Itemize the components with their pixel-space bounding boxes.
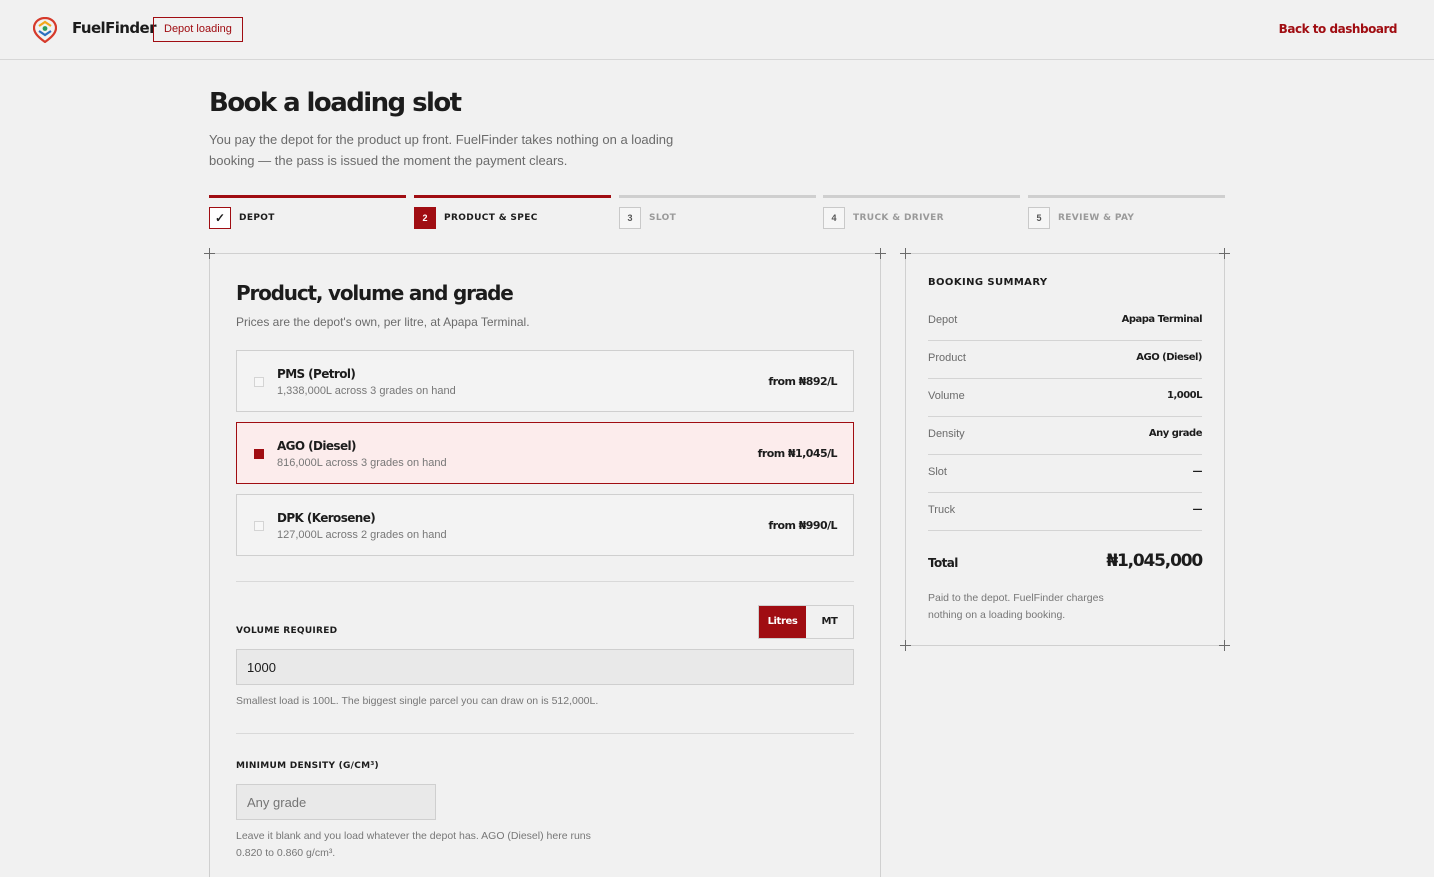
product-option-ago[interactable]: AGO (Diesel) 816,000L across 3 grades on…	[236, 422, 854, 484]
corner-mark	[204, 248, 215, 259]
corner-mark	[900, 640, 911, 651]
product-option-dpk[interactable]: DPK (Kerosene) 127,000L across 2 grades …	[236, 494, 854, 556]
back-to-dashboard-link[interactable]: Back to dashboard	[1279, 22, 1398, 36]
divider	[236, 581, 854, 582]
summary-key: Density	[928, 428, 965, 440]
corner-mark	[1219, 248, 1230, 259]
summary-row-truck: Truck —	[928, 493, 1202, 531]
summary-key: Product	[928, 352, 966, 364]
step-truck-driver[interactable]: 4 Truck & driver	[823, 195, 1020, 229]
total-label: Total	[928, 556, 958, 570]
brand-name[interactable]: FuelFinder	[72, 19, 156, 37]
density-hint-line-1: Leave it blank and you load whatever the…	[236, 830, 591, 842]
summary-row-depot: Depot Apapa Terminal	[928, 303, 1203, 341]
product-stock: 127,000L across 2 grades on hand	[277, 529, 447, 541]
product-price: from ₦892/L	[768, 375, 837, 388]
total-value: ₦1,045,000	[1106, 551, 1203, 571]
summary-key: Depot	[928, 314, 958, 326]
step-label: Slot	[649, 213, 677, 223]
top-bar: FuelFinder Depot loading Back to dashboa…	[0, 0, 1434, 60]
product-name: PMS (Petrol)	[277, 367, 356, 381]
summary-key: Slot	[928, 466, 947, 478]
step-number: 5	[1028, 207, 1050, 229]
summary-row-density: Density Any grade	[928, 417, 1203, 455]
step-number: 3	[619, 207, 641, 229]
radio-icon[interactable]	[254, 377, 264, 387]
radio-selected-icon[interactable]	[254, 449, 264, 459]
section-title: Product, volume and grade	[236, 281, 514, 305]
summary-value: Apapa Terminal	[1121, 314, 1203, 325]
summary-key: Volume	[928, 390, 965, 402]
step-label: Depot	[239, 213, 275, 223]
unit-toggle: Litres MT	[758, 605, 854, 639]
volume-hint: Smallest load is 100L. The biggest singl…	[236, 695, 599, 707]
summary-key: Truck	[928, 504, 956, 516]
product-name: DPK (Kerosene)	[277, 511, 376, 525]
summary-row-volume: Volume 1,000L	[928, 379, 1203, 417]
unit-litres-button[interactable]: Litres	[759, 606, 806, 638]
context-badge: Depot loading	[153, 17, 243, 42]
volume-input[interactable]	[236, 649, 854, 685]
product-price: from ₦1,045/L	[757, 447, 838, 460]
product-name: AGO (Diesel)	[277, 439, 357, 453]
step-number: 2	[414, 207, 436, 229]
density-hint-line-2: 0.820 to 0.860 g/cm³.	[236, 847, 336, 859]
density-input[interactable]	[236, 784, 436, 820]
summary-value: Any grade	[1148, 428, 1203, 439]
step-label: Truck & driver	[853, 213, 944, 223]
check-icon: ✓	[209, 207, 231, 229]
summary-row-slot: Slot —	[928, 455, 1202, 493]
radio-icon[interactable]	[254, 521, 264, 531]
volume-label: Volume required	[236, 626, 338, 636]
page-intro: You pay the depot for the product up fro…	[209, 132, 674, 168]
step-depot[interactable]: ✓ Depot	[209, 195, 406, 229]
summary-row-product: Product AGO (Diesel)	[928, 341, 1202, 379]
step-label: Review & pay	[1058, 213, 1135, 223]
summary-value: —	[1192, 466, 1203, 477]
corner-mark	[900, 248, 911, 259]
product-price: from ₦990/L	[768, 519, 837, 532]
product-stock: 816,000L across 3 grades on hand	[277, 457, 447, 469]
density-label: Minimum density (g/cm³)	[236, 761, 379, 771]
summary-note: Paid to the depot. FuelFinder charges no…	[928, 592, 1104, 621]
section-subtitle: Prices are the depot's own, per litre, a…	[236, 315, 530, 329]
corner-mark	[875, 248, 886, 259]
summary-value: —	[1192, 504, 1203, 515]
page-title: Book a loading slot	[209, 88, 462, 118]
product-stock: 1,338,000L across 3 grades on hand	[277, 385, 456, 397]
divider	[236, 733, 854, 734]
step-review-pay[interactable]: 5 Review & pay	[1028, 195, 1225, 229]
unit-mt-button[interactable]: MT	[806, 606, 853, 638]
step-slot[interactable]: 3 Slot	[619, 195, 816, 229]
product-option-pms[interactable]: PMS (Petrol) 1,338,000L across 3 grades …	[236, 350, 854, 412]
step-product-spec[interactable]: 2 Product & spec	[414, 195, 611, 229]
corner-mark	[1219, 640, 1230, 651]
summary-title: Booking summary	[928, 277, 1048, 288]
summary-value: AGO (Diesel)	[1136, 352, 1202, 363]
summary-value: 1,000L	[1166, 390, 1203, 401]
step-label: Product & spec	[444, 213, 538, 223]
step-number: 4	[823, 207, 845, 229]
fuelfinder-logo-icon[interactable]	[33, 17, 57, 43]
density-hint: Leave it blank and you load whatever the…	[236, 828, 656, 862]
